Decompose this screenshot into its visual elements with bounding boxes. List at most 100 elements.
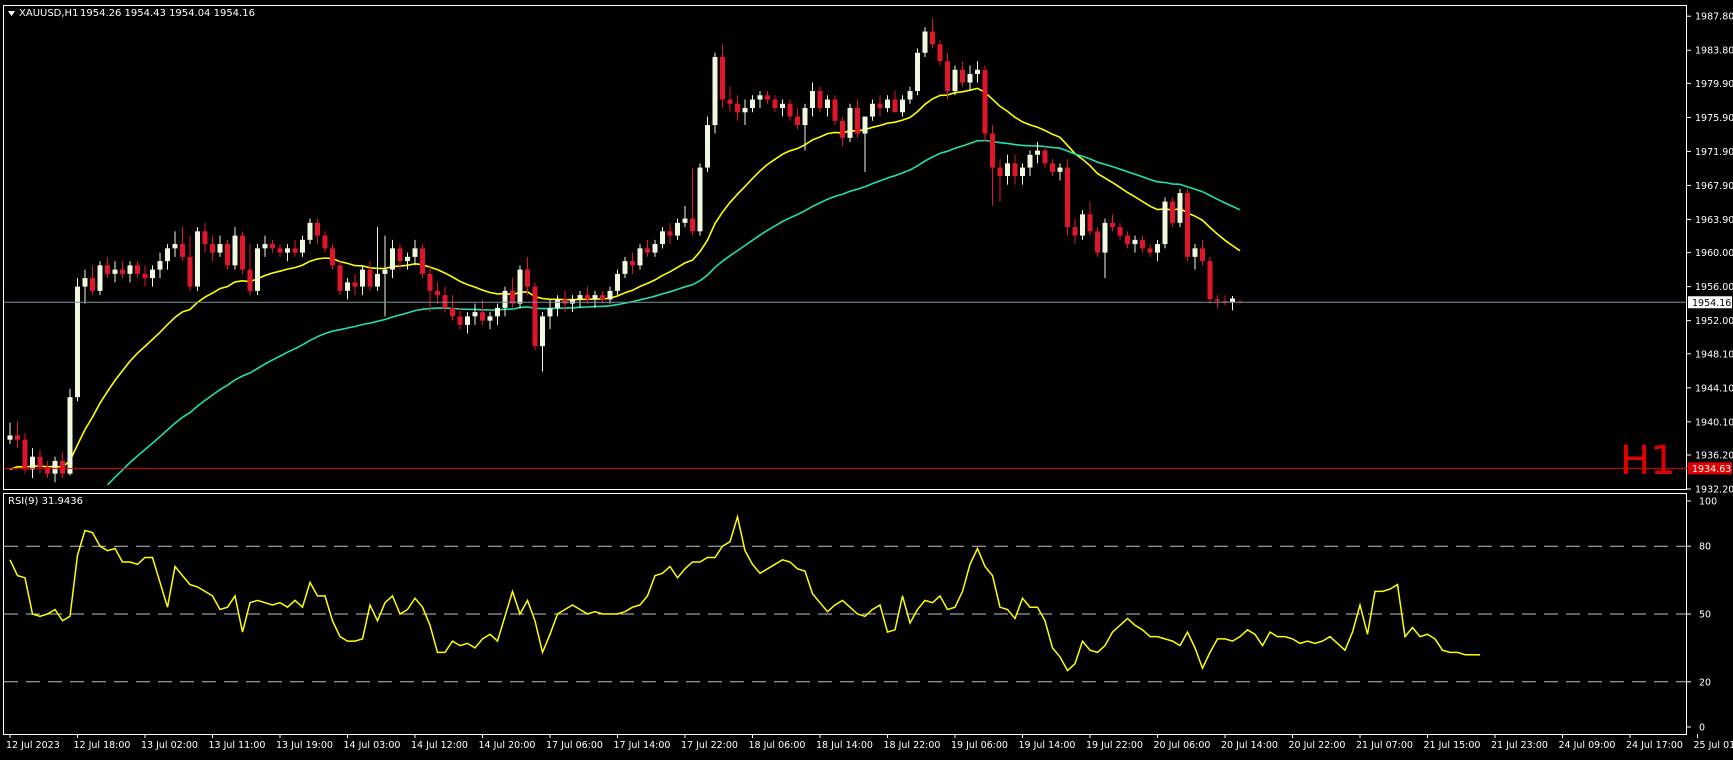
bull-candle	[608, 291, 613, 300]
time-tick-label: 21 Jul 07:00	[1356, 740, 1413, 751]
bear-candle	[338, 265, 343, 291]
bull-candle	[623, 261, 628, 274]
bull-candle	[570, 299, 575, 303]
bull-candle	[233, 236, 238, 266]
bull-candle	[195, 231, 200, 286]
bear-candle	[203, 231, 208, 244]
bear-candle	[1073, 227, 1078, 236]
bear-candle	[15, 435, 20, 439]
bull-candle	[683, 219, 688, 223]
bear-candle	[368, 270, 373, 287]
bull-candle	[1155, 244, 1160, 253]
bear-candle	[525, 270, 530, 287]
time-tick-label: 19 Jul 22:00	[1086, 740, 1143, 751]
bear-candle	[443, 295, 448, 308]
bear-candle	[1185, 193, 1190, 257]
time-tick-label: 24 Jul 09:00	[1559, 740, 1616, 751]
bull-candle	[300, 240, 305, 253]
bear-candle	[533, 287, 538, 347]
time-tick-label: 19 Jul 14:00	[1019, 740, 1076, 751]
bear-candle	[563, 299, 568, 303]
price-tick-label: 1983.80	[1695, 46, 1733, 57]
bear-candle	[1148, 248, 1153, 252]
bear-candle	[645, 248, 650, 252]
bid-price-tag-label: 1954.16	[1692, 298, 1731, 309]
bull-candle	[98, 265, 103, 291]
price-tick-label: 1967.90	[1695, 181, 1733, 192]
bear-candle	[1110, 223, 1115, 227]
ohlc-readout: 1954.26 1954.43 1954.04 1954.16	[80, 8, 255, 19]
bull-candle	[1103, 223, 1108, 253]
bear-candle	[323, 236, 328, 249]
bull-candle	[150, 270, 155, 279]
bull-candle	[495, 308, 500, 317]
price-tick-label: 1940.10	[1695, 417, 1733, 428]
bull-candle	[1035, 151, 1040, 155]
bull-candle	[83, 278, 88, 287]
price-tick-label: 1956.00	[1695, 282, 1733, 293]
bull-candle	[128, 265, 133, 274]
bull-candle	[53, 461, 58, 474]
bear-candle	[60, 461, 65, 474]
bull-candle	[743, 108, 748, 112]
price-tick-label: 1963.90	[1695, 215, 1733, 226]
bear-candle	[1200, 248, 1205, 261]
bull-candle	[1080, 214, 1085, 235]
price-tick-label: 1932.20	[1695, 485, 1733, 496]
bear-candle	[105, 265, 110, 274]
bull-candle	[405, 257, 410, 261]
bull-candle	[803, 108, 808, 125]
bear-candle	[180, 244, 185, 257]
bull-candle	[870, 104, 875, 117]
bear-candle	[510, 291, 515, 304]
bear-candle	[458, 316, 463, 325]
bear-candle	[728, 100, 733, 104]
time-tick-label: 20 Jul 06:00	[1154, 740, 1211, 751]
bull-candle	[30, 457, 35, 470]
bear-candle	[1065, 168, 1070, 228]
bear-candle	[278, 248, 283, 252]
bear-candle	[998, 168, 1003, 177]
rsi-tick-label: 50	[1699, 610, 1711, 621]
time-tick-label: 18 Jul 22:00	[884, 740, 941, 751]
bear-candle	[330, 248, 335, 265]
bear-candle	[293, 248, 298, 252]
bull-candle	[473, 312, 478, 316]
bull-candle	[465, 316, 470, 325]
bear-candle	[248, 270, 253, 291]
bear-candle	[795, 117, 800, 126]
price-tick-label: 1952.00	[1695, 316, 1733, 327]
level-price-tag-label: 1934.63	[1692, 464, 1731, 475]
bear-candle	[1125, 236, 1130, 245]
price-tick-label: 1987.80	[1695, 12, 1733, 23]
bull-candle	[848, 108, 853, 138]
bull-candle	[885, 100, 890, 109]
bull-candle	[113, 270, 118, 274]
bear-candle	[90, 278, 95, 291]
time-tick-label: 20 Jul 14:00	[1221, 740, 1278, 751]
bear-candle	[765, 95, 770, 99]
bull-candle	[548, 308, 553, 317]
bull-candle	[413, 248, 418, 257]
bear-candle	[1050, 163, 1055, 172]
bear-candle	[878, 104, 883, 108]
timeframe-watermark: H1	[1620, 438, 1676, 484]
price-tick-label: 1944.10	[1695, 383, 1733, 394]
time-tick-label: 19 Jul 06:00	[951, 740, 1008, 751]
bear-candle	[983, 70, 988, 134]
bull-candle	[923, 32, 928, 53]
bull-candle	[375, 274, 380, 287]
bull-candle	[158, 261, 163, 270]
time-tick-label: 21 Jul 23:00	[1491, 740, 1548, 751]
bull-candle	[540, 316, 545, 346]
bull-candle	[75, 287, 80, 398]
bear-candle	[585, 295, 590, 299]
bear-candle	[480, 312, 485, 321]
time-tick-label: 21 Jul 15:00	[1424, 740, 1481, 751]
bear-candle	[270, 244, 275, 248]
bear-candle	[420, 248, 425, 274]
bull-candle	[173, 244, 178, 248]
time-tick-label: 13 Jul 02:00	[141, 740, 198, 751]
bull-candle	[285, 248, 290, 252]
bear-candle	[600, 295, 605, 299]
